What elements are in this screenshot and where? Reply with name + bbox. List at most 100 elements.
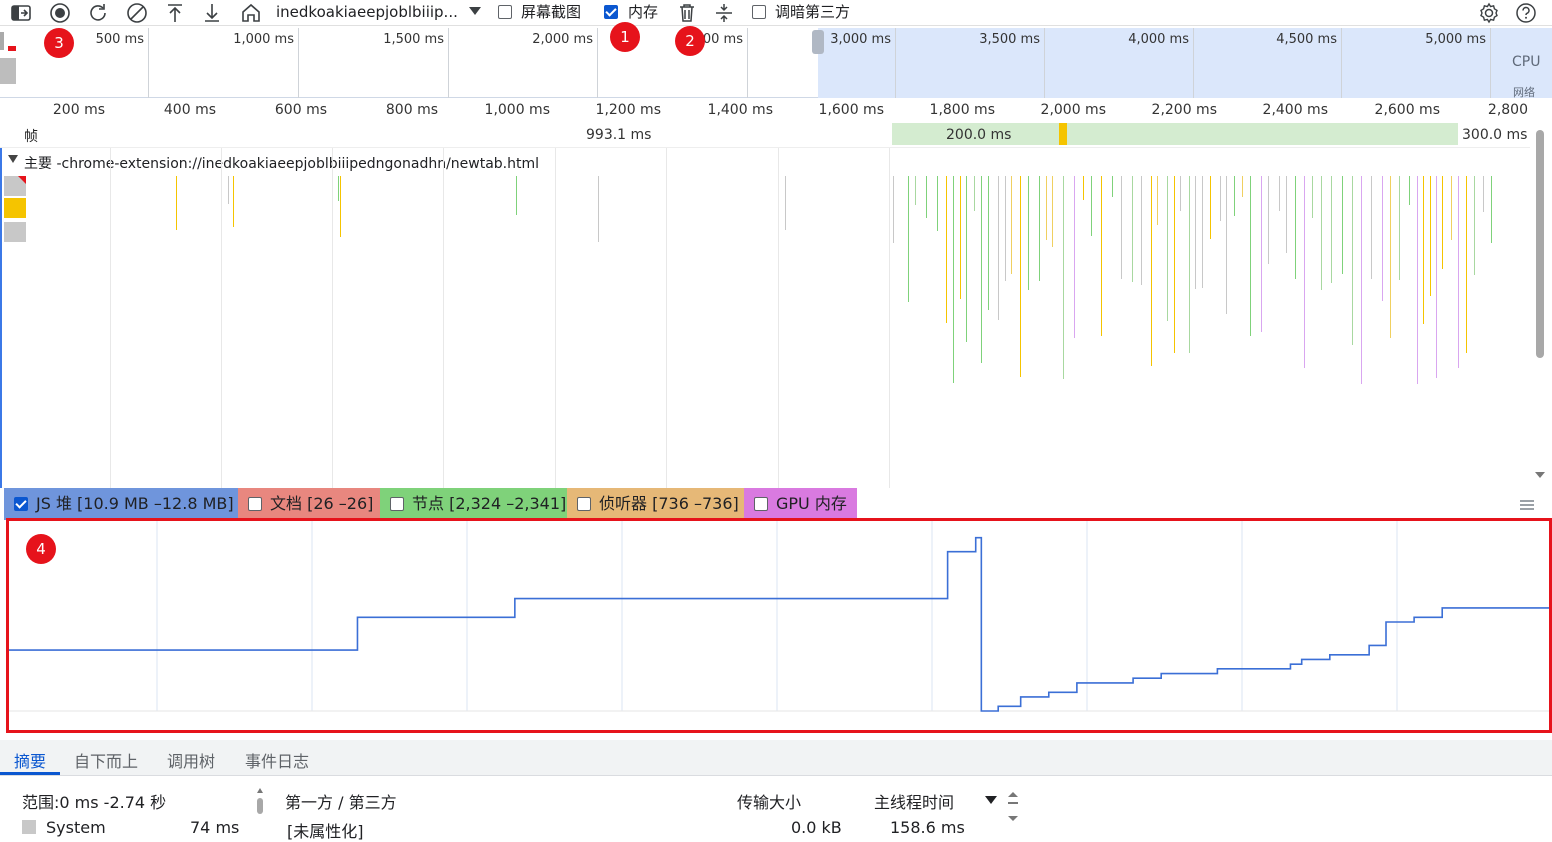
flame-event[interactable]: [1220, 176, 1221, 221]
vertical-scrollbar[interactable]: [1530, 98, 1552, 488]
flame-event[interactable]: [946, 176, 947, 323]
tab-event-log[interactable]: 事件日志: [245, 748, 309, 772]
flame-event[interactable]: [1195, 176, 1196, 289]
documents-checkbox[interactable]: [248, 497, 262, 511]
reload-record-icon[interactable]: [87, 2, 109, 24]
legend-documents[interactable]: 文档 [26 –26]: [238, 488, 380, 520]
flame-event[interactable]: [960, 176, 961, 299]
flame-event[interactable]: [893, 176, 894, 243]
flame-event[interactable]: [1451, 176, 1452, 240]
dim-third-party-checkbox[interactable]: [752, 5, 766, 19]
flame-event[interactable]: [1101, 176, 1102, 336]
nodes-checkbox[interactable]: [390, 497, 404, 511]
flame-event[interactable]: [1028, 176, 1029, 290]
col-party[interactable]: 第一方 / 第三方: [285, 789, 397, 813]
collapse-icon[interactable]: [713, 2, 735, 24]
menu-icon[interactable]: [1520, 500, 1534, 502]
flame-event[interactable]: [340, 176, 341, 237]
flame-event[interactable]: [1234, 176, 1235, 216]
sort-desc-icon[interactable]: [985, 796, 997, 804]
flame-event[interactable]: [1046, 176, 1047, 240]
flame-event[interactable]: [1295, 176, 1296, 279]
flame-event[interactable]: [937, 176, 938, 231]
flame-event[interactable]: [981, 176, 982, 363]
flame-event[interactable]: [1352, 176, 1353, 345]
scroll-down-icon[interactable]: [1535, 472, 1545, 478]
flame-event[interactable]: [1483, 176, 1484, 212]
help-icon[interactable]: [1515, 2, 1537, 24]
flame-event[interactable]: [1091, 176, 1092, 236]
flame-event[interactable]: [1491, 176, 1492, 243]
flame-event[interactable]: [598, 176, 599, 242]
timeline-overview[interactable]: CPU 网络 500 ms 1,000 ms 1,500 ms 2,000 ms 00 …: [0, 28, 1552, 99]
flame-event[interactable]: [1189, 176, 1190, 353]
flame-event[interactable]: [1167, 176, 1168, 321]
flame-event[interactable]: [1458, 176, 1459, 368]
flame-event[interactable]: [1112, 176, 1113, 197]
legend-listeners[interactable]: 侦听器 [736 –736]: [567, 488, 744, 520]
flame-event[interactable]: [1174, 176, 1175, 353]
flame-event[interactable]: [1342, 176, 1343, 274]
flame-event[interactable]: [1361, 176, 1362, 384]
flame-event[interactable]: [176, 176, 177, 230]
flame-event[interactable]: [1226, 176, 1227, 314]
left-scrollbar[interactable]: [256, 788, 264, 832]
expand-triangle-icon[interactable]: [8, 155, 18, 163]
flame-event[interactable]: [988, 176, 989, 310]
settings-gear-icon[interactable]: [1478, 2, 1500, 24]
flame-event[interactable]: [1466, 176, 1467, 353]
legend-js-heap[interactable]: JS 堆 [10.9 MB –12.8 MB]: [4, 488, 238, 520]
flame-event[interactable]: [516, 176, 517, 215]
chevron-down-icon[interactable]: [469, 7, 481, 15]
col-main-thread-time[interactable]: 主线程时间: [874, 789, 954, 813]
flame-event[interactable]: [1210, 176, 1211, 239]
flame-event[interactable]: [1390, 176, 1391, 338]
scrollbar-thumb[interactable]: [1536, 130, 1544, 358]
flame-event[interactable]: [998, 176, 999, 320]
flame-event[interactable]: [1423, 176, 1424, 324]
flame-event[interactable]: [1279, 176, 1280, 211]
flame-event[interactable]: [1371, 176, 1372, 279]
tab-bottom-up[interactable]: 自下而上: [74, 748, 138, 772]
flame-event[interactable]: [1039, 176, 1040, 281]
flame-event[interactable]: [228, 176, 229, 204]
tab-call-tree[interactable]: 调用树: [167, 748, 215, 772]
flame-event[interactable]: [1020, 176, 1021, 377]
flame-event[interactable]: [1436, 176, 1437, 378]
memory-checkbox[interactable]: [604, 5, 618, 19]
main-thread-track[interactable]: 主要 -chrome-extension://inedkoakiaeepjobl…: [0, 148, 1530, 488]
flame-event[interactable]: [1202, 176, 1203, 288]
flame-event[interactable]: [1250, 176, 1251, 336]
flame-event[interactable]: [974, 176, 975, 211]
legend-gpu-memory[interactable]: GPU 内存: [744, 488, 857, 520]
tab-summary[interactable]: 摘要: [14, 748, 46, 772]
flame-event[interactable]: [785, 176, 786, 230]
download-icon[interactable]: [201, 2, 223, 24]
flame-event[interactable]: [1242, 176, 1243, 197]
url-dropdown[interactable]: inedkoakiaeepjoblbiiip...: [276, 3, 458, 21]
flame-event[interactable]: [1286, 176, 1287, 253]
toggle-sidebar-icon[interactable]: [10, 2, 32, 24]
col-transfer-size[interactable]: 传输大小: [737, 789, 801, 813]
clear-icon[interactable]: [126, 2, 148, 24]
flame-event[interactable]: [1052, 176, 1053, 247]
flame-event[interactable]: [1121, 176, 1122, 279]
flame-event[interactable]: [953, 176, 954, 383]
home-icon[interactable]: [240, 2, 262, 24]
flame-event[interactable]: [908, 176, 909, 302]
flame-event[interactable]: [1312, 176, 1313, 218]
memory-chart[interactable]: [6, 518, 1552, 733]
flame-event[interactable]: [926, 176, 927, 218]
upload-icon[interactable]: [164, 2, 186, 24]
flame-event[interactable]: [1268, 176, 1269, 264]
flame-event[interactable]: [1409, 176, 1410, 205]
flame-event[interactable]: [1474, 176, 1475, 275]
table-scroll-arrows[interactable]: [1008, 792, 1018, 822]
listeners-checkbox[interactable]: [577, 497, 591, 511]
flame-event[interactable]: [966, 176, 967, 342]
flame-event[interactable]: [1399, 176, 1400, 280]
row-label[interactable]: [未属性化]: [287, 818, 364, 842]
flame-event[interactable]: [1151, 176, 1152, 366]
record-icon[interactable]: [49, 2, 71, 24]
flame-event[interactable]: [1083, 176, 1084, 200]
